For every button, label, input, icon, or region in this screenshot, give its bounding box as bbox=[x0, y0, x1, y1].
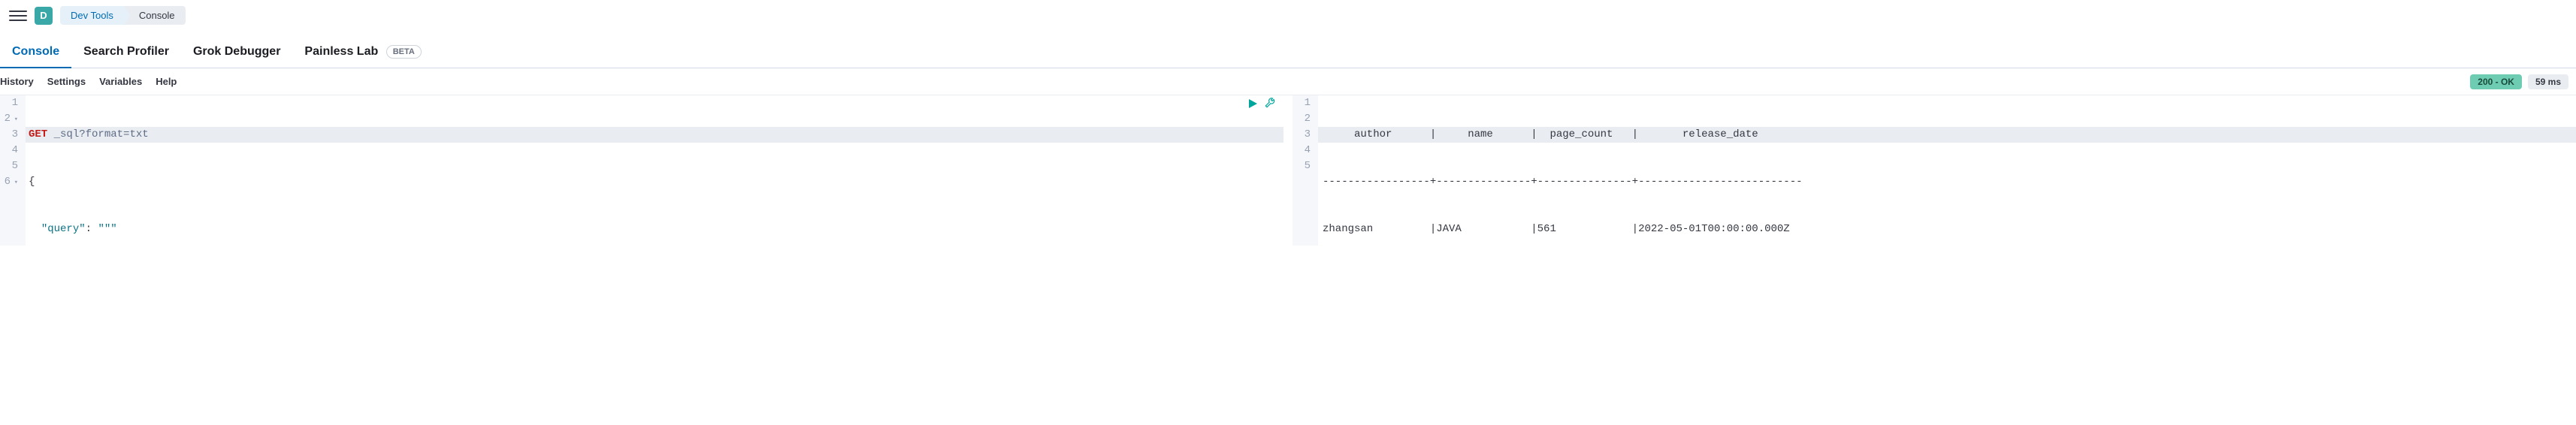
code-line: GET _sql?format=txt bbox=[26, 127, 1283, 143]
subtab-help[interactable]: Help bbox=[156, 73, 177, 90]
console-subtabs: History Settings Variables Help bbox=[0, 73, 177, 90]
breadcrumb-console[interactable]: Console bbox=[124, 6, 186, 25]
line-number: 4 bbox=[1293, 143, 1311, 158]
line-number: 6 ▾ bbox=[0, 174, 18, 190]
response-pane: 1 2 3 4 5 author | name | page_count | r… bbox=[1293, 95, 2576, 246]
breadcrumb-dev-tools[interactable]: Dev Tools bbox=[60, 6, 124, 25]
response-gutter: 1 2 3 4 5 bbox=[1293, 95, 1318, 246]
line-number: 1 bbox=[0, 95, 18, 111]
response-code: author | name | page_count | release_dat… bbox=[1318, 95, 2576, 246]
line-number: 5 bbox=[1293, 158, 1311, 174]
space-badge[interactable]: D bbox=[35, 7, 53, 25]
top-bar: D Dev Tools Console bbox=[0, 0, 2576, 32]
line-number: 3 bbox=[1293, 127, 1311, 143]
tab-painless-lab-label: Painless Lab bbox=[304, 45, 378, 58]
play-icon[interactable] bbox=[1247, 98, 1258, 109]
console-toolbar: History Settings Variables Help 200 - OK… bbox=[0, 68, 2576, 95]
code-line: { bbox=[26, 174, 1283, 190]
tab-console[interactable]: Console bbox=[0, 36, 71, 68]
request-pane: 1 2 ▾ 3 4 5 6 ▾ GET _sql?format=txt { "q… bbox=[0, 95, 1293, 246]
main-tabs: Console Search Profiler Grok Debugger Pa… bbox=[0, 36, 2576, 68]
line-number: 2 bbox=[1293, 111, 1311, 127]
response-line: zhangsan |JAVA |561 |2022-05-01T00:00:00… bbox=[1318, 222, 2576, 237]
tab-search-profiler[interactable]: Search Profiler bbox=[71, 36, 181, 68]
code-line: "query": """ bbox=[26, 222, 1283, 237]
request-code[interactable]: GET _sql?format=txt { "query": """ selec… bbox=[26, 95, 1283, 246]
line-number: 4 bbox=[0, 143, 18, 158]
request-editor[interactable]: 1 2 ▾ 3 4 5 6 ▾ GET _sql?format=txt { "q… bbox=[0, 95, 1283, 246]
line-number: 5 bbox=[0, 158, 18, 174]
subtab-settings[interactable]: Settings bbox=[47, 73, 86, 90]
request-gutter: 1 2 ▾ 3 4 5 6 ▾ bbox=[0, 95, 26, 246]
line-number: 1 bbox=[1293, 95, 1311, 111]
hamburger-menu-icon[interactable] bbox=[9, 7, 27, 25]
tab-painless-lab[interactable]: Painless Lab BETA bbox=[292, 36, 433, 68]
editor-panes: 1 2 ▾ 3 4 5 6 ▾ GET _sql?format=txt { "q… bbox=[0, 95, 2576, 246]
subtab-variables[interactable]: Variables bbox=[99, 73, 142, 90]
response-line: -----------------+---------------+------… bbox=[1318, 174, 2576, 190]
response-line: author | name | page_count | release_dat… bbox=[1318, 127, 2576, 143]
status-badge: 200 - OK bbox=[2470, 74, 2522, 89]
line-number: 2 ▾ bbox=[0, 111, 18, 127]
response-time-badge: 59 ms bbox=[2528, 74, 2568, 89]
editor-action-icons bbox=[1247, 98, 1276, 110]
wrench-icon[interactable] bbox=[1264, 98, 1276, 110]
subtab-history[interactable]: History bbox=[0, 73, 34, 90]
tab-grok-debugger[interactable]: Grok Debugger bbox=[181, 36, 292, 68]
breadcrumb: Dev Tools Console bbox=[60, 6, 186, 25]
status-group: 200 - OK 59 ms bbox=[2470, 74, 2576, 89]
beta-badge: BETA bbox=[386, 45, 422, 59]
line-number: 3 bbox=[0, 127, 18, 143]
response-viewer[interactable]: 1 2 3 4 5 author | name | page_count | r… bbox=[1293, 95, 2576, 246]
